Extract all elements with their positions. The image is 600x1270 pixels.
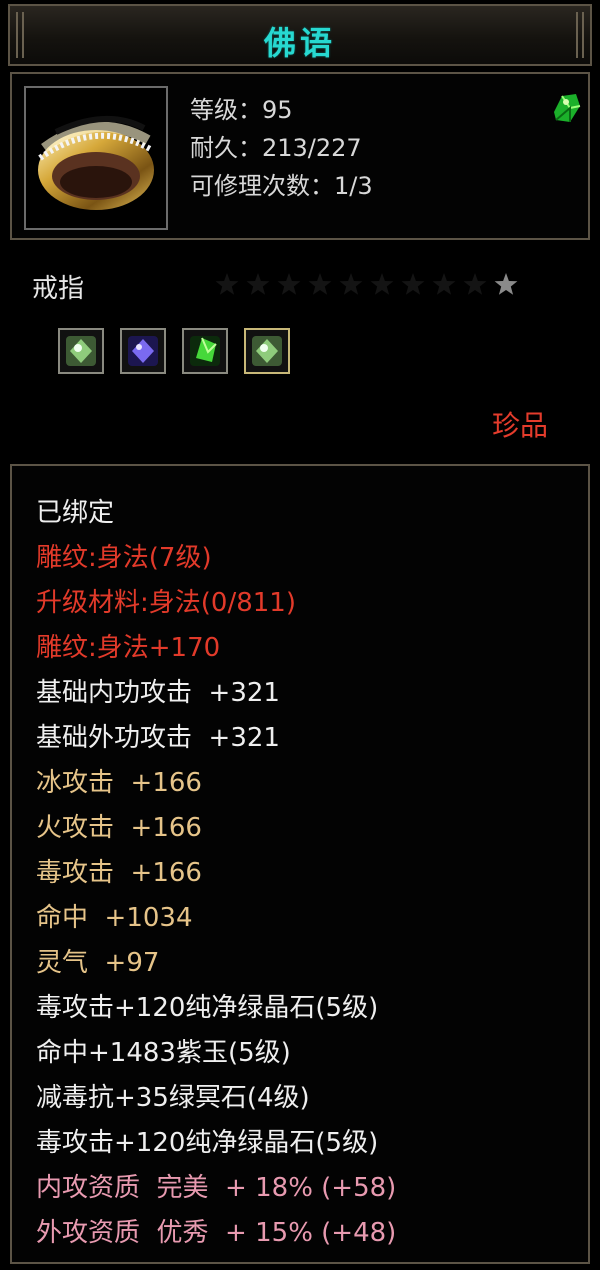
- socket-1[interactable]: [58, 328, 104, 374]
- star-icon-empty: [370, 273, 394, 295]
- ring-icon[interactable]: [24, 86, 168, 230]
- attribute-line: 雕纹:身法(7级): [36, 543, 212, 573]
- attribute-line: 命中 +1034: [36, 903, 193, 933]
- attribute-line: 减毒抗+35绿冥石(4级): [36, 1083, 310, 1113]
- star-icon-empty: [339, 273, 363, 295]
- attribute-line: 灵气 +97: [36, 948, 160, 978]
- star-rating: [215, 273, 518, 295]
- attribute-line: 已绑定: [36, 498, 115, 528]
- attribute-line: 毒攻击+120纯净绿晶石(5级): [36, 993, 379, 1023]
- quality-label: 珍品: [492, 409, 549, 442]
- attribute-line: 冰攻击 +166: [36, 768, 202, 798]
- star-icon-empty: [432, 273, 456, 295]
- attribute-line: 毒攻击 +166: [36, 858, 202, 888]
- attribute-line: 命中+1483紫玉(5级): [36, 1038, 291, 1068]
- attribute-line: 外攻资质 优秀 + 15% (+48): [36, 1218, 397, 1248]
- socket-3[interactable]: [182, 328, 228, 374]
- star-icon-empty: [308, 273, 332, 295]
- attribute-line: 升级材料:身法(0/811): [36, 588, 296, 618]
- item-type-label: 戒指: [32, 274, 85, 304]
- item-tooltip: 佛语 等级：95 耐久：213/227 可修理次数：1/3 戒指 珍品 已绑定 …: [0, 0, 600, 1270]
- attribute-line: 基础外功攻击 +321: [36, 723, 280, 753]
- item-header-panel: 等级：95 耐久：213/227 可修理次数：1/3: [10, 72, 590, 240]
- attribute-line: 内攻资质 完美 + 18% (+58): [36, 1173, 397, 1203]
- attribute-line: 雕纹:身法+170: [36, 633, 221, 663]
- star-icon-empty: [246, 273, 270, 295]
- repair-count-text: 可修理次数：1/3: [190, 172, 373, 200]
- attribute-panel: 已绑定雕纹:身法(7级) 升级材料:身法(0/811) 雕纹:身法+170 基础内功攻…: [10, 464, 590, 1264]
- title-bar: 佛语: [8, 4, 592, 66]
- item-name: 佛语: [263, 24, 336, 62]
- star-icon-filled: [494, 273, 518, 295]
- star-icon-empty: [401, 273, 425, 295]
- attribute-line: 基础内功攻击 +321: [36, 678, 280, 708]
- green-crystal-icon: [548, 90, 584, 126]
- attribute-line: 毒攻击+120纯净绿晶石(5级): [36, 1128, 379, 1158]
- durability-text: 耐久：213/227: [190, 134, 362, 162]
- attribute-line: 火攻击 +166: [36, 813, 202, 843]
- level-text: 等级：95: [190, 96, 293, 124]
- socket-2[interactable]: [120, 328, 166, 374]
- star-icon-empty: [215, 273, 239, 295]
- star-icon-empty: [277, 273, 301, 295]
- socket-4[interactable]: [244, 328, 290, 374]
- star-icon-empty: [463, 273, 487, 295]
